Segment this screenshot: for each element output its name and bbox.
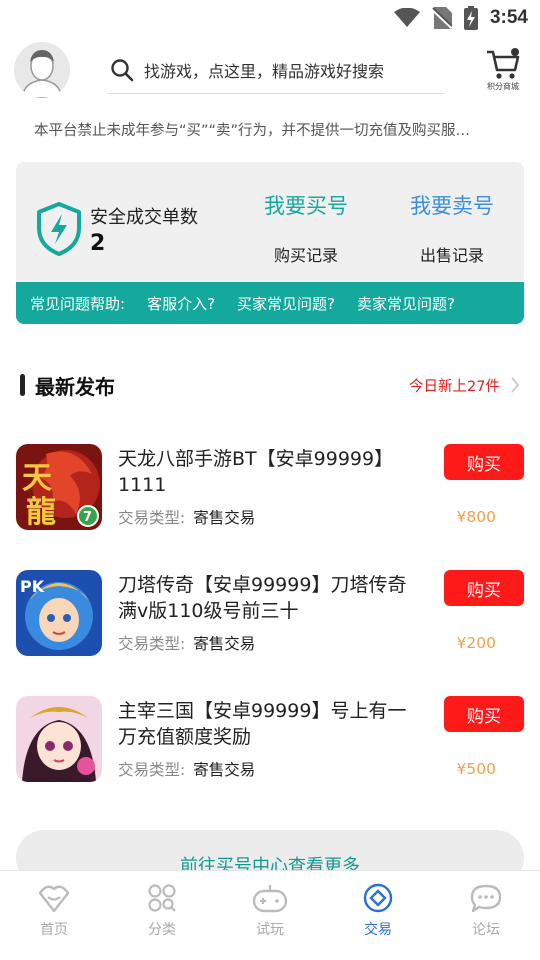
purchase-records-link[interactable]: 购买记录 xyxy=(246,242,366,266)
tab-label: 分类 xyxy=(148,922,176,938)
faq-customer-service-link[interactable]: 客服介入? xyxy=(147,293,215,314)
item-price: ¥200 xyxy=(456,634,496,652)
trade-type-label: 交易类型: xyxy=(118,509,186,527)
forum-icon xyxy=(470,884,502,913)
section-title: 最新发布 xyxy=(35,374,115,399)
avatar[interactable] xyxy=(14,42,70,98)
gamepad-icon xyxy=(252,885,288,913)
sale-records-link[interactable]: 出售记录 xyxy=(392,242,512,266)
header: 找游戏，点这里，精品游戏好搜索 积分商城 xyxy=(0,36,540,104)
latest-section-header: 最新发布 今日新上27件 xyxy=(20,370,520,400)
item-title[interactable]: 刀塔传奇【安卓99999】刀塔传奇满v版110级号前三十 xyxy=(118,572,418,624)
list-item[interactable]: PK 刀塔传奇【安卓99999】刀塔传奇满v版110级号前三十 交易类型: 寄售交… xyxy=(16,570,524,670)
home-icon xyxy=(38,885,70,913)
tab-trade[interactable]: 交易 xyxy=(324,871,432,960)
item-trade-type: 交易类型: 寄售交易 xyxy=(118,506,255,528)
item-price: ¥800 xyxy=(456,508,496,526)
tab-trial[interactable]: 试玩 xyxy=(216,871,324,960)
tab-label: 论坛 xyxy=(472,922,500,938)
item-title[interactable]: 主宰三国【安卓99999】号上有一万充值额度奖励 xyxy=(118,698,418,750)
trade-icon xyxy=(363,883,393,913)
buy-button[interactable]: 购买 xyxy=(444,570,524,606)
points-shop-label: 积分商城 xyxy=(487,82,519,91)
faq-label: 常见问题帮助: xyxy=(30,294,126,313)
sell-account-button[interactable]: 我要卖号 xyxy=(392,190,512,220)
shield-lightning-icon xyxy=(37,202,81,256)
trade-type-value: 寄售交易 xyxy=(193,635,256,653)
trade-type-label: 交易类型: xyxy=(118,635,186,653)
faq-bar: 常见问题帮助: 客服介入? 买家常见问题? 卖家常见问题? xyxy=(16,282,524,324)
shopping-cart-icon xyxy=(487,48,520,79)
status-time: 3:54 xyxy=(489,7,528,28)
svg-text:龍: 龍 xyxy=(26,495,56,530)
tab-label: 试玩 xyxy=(256,922,284,938)
faq-buyer-link[interactable]: 买家常见问题? xyxy=(237,293,335,314)
safe-deals-count: 2 xyxy=(90,230,106,256)
zhuzai-game-icon xyxy=(16,696,102,782)
trade-type-label: 交易类型: xyxy=(118,761,186,779)
item-trade-type: 交易类型: 寄售交易 xyxy=(118,632,255,654)
search-icon xyxy=(111,58,134,81)
category-icon xyxy=(148,884,176,912)
points-shop-button[interactable]: 积分商城 xyxy=(480,48,526,92)
safe-deals: 安全成交单数 2 xyxy=(36,202,198,256)
buy-button[interactable]: 购买 xyxy=(444,444,524,480)
tab-category[interactable]: 分类 xyxy=(108,871,216,960)
minor-notice: 本平台禁止未成年参与“买”“卖”行为，并不提供一切充值及购买服… xyxy=(34,123,471,139)
tab-label: 交易 xyxy=(364,922,392,938)
search-bar[interactable]: 找游戏，点这里，精品游戏好搜索 xyxy=(108,46,444,94)
battery-charging-icon xyxy=(463,6,478,30)
trade-panel: 安全成交单数 2 我要买号 购买记录 我要卖号 出售记录 常见问题帮助: 客服介… xyxy=(16,162,524,324)
safe-deals-label: 安全成交单数 xyxy=(90,206,198,228)
sell-account-column: 我要卖号 出售记录 xyxy=(392,190,512,266)
item-trade-type: 交易类型: 寄售交易 xyxy=(118,758,255,780)
buy-button[interactable]: 购买 xyxy=(444,696,524,732)
svg-text:7: 7 xyxy=(83,510,92,525)
status-bar: 3:54 xyxy=(0,0,540,36)
section-marker xyxy=(20,374,25,396)
default-avatar-icon xyxy=(14,42,70,98)
bottom-tab-bar: 首页 分类 试玩 交易 论坛 xyxy=(0,870,540,960)
svg-text:天: 天 xyxy=(22,461,52,496)
chevron-right-icon[interactable] xyxy=(510,376,520,394)
trade-type-value: 寄售交易 xyxy=(193,509,256,527)
faq-seller-link[interactable]: 卖家常见问题? xyxy=(357,293,455,314)
svg-text:PK: PK xyxy=(20,577,45,596)
list-item[interactable]: 天 龍 7 天龙八部手游BT【安卓99999】1111 交易类型: 寄售交易 购买… xyxy=(16,444,524,544)
search-placeholder: 找游戏，点这里，精品游戏好搜索 xyxy=(144,61,385,81)
tianlong-game-icon: 天 龍 7 xyxy=(16,444,102,530)
item-price: ¥500 xyxy=(456,760,496,778)
wifi-icon xyxy=(393,8,420,28)
today-new-link[interactable]: 今日新上27件 xyxy=(409,375,500,396)
no-sim-icon xyxy=(431,7,452,29)
list-item[interactable]: 主宰三国【安卓99999】号上有一万充值额度奖励 交易类型: 寄售交易 购买 ¥5… xyxy=(16,696,524,796)
daota-game-icon: PK xyxy=(16,570,102,656)
tab-label: 首页 xyxy=(40,922,68,938)
tab-home[interactable]: 首页 xyxy=(0,871,108,960)
tab-forum[interactable]: 论坛 xyxy=(432,871,540,960)
buy-account-column: 我要买号 购买记录 xyxy=(246,190,366,266)
trade-type-value: 寄售交易 xyxy=(193,761,256,779)
item-title[interactable]: 天龙八部手游BT【安卓99999】1111 xyxy=(118,446,418,498)
buy-account-button[interactable]: 我要买号 xyxy=(246,190,366,220)
